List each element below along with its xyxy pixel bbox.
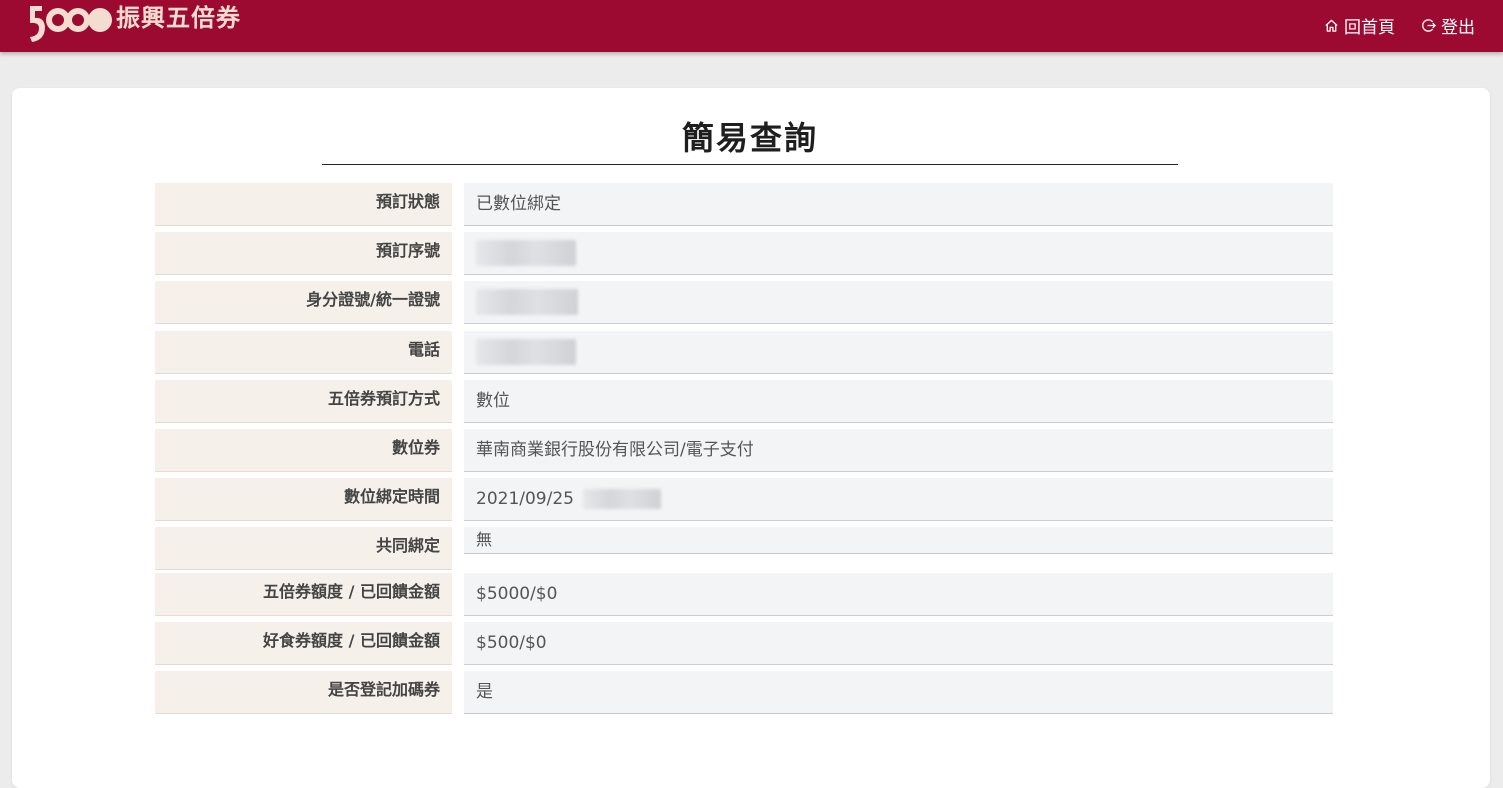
- row-quintuple-voucher-amount: 五倍券額度 / 已回饋金額 $5000/$0: [155, 573, 1333, 616]
- row-label: 電話: [155, 331, 452, 374]
- row-bonus-voucher-registered: 是否登記加碼券 是: [155, 671, 1333, 714]
- row-value: 無: [464, 527, 1333, 554]
- home-link[interactable]: 回首頁: [1324, 13, 1395, 38]
- page-title: 簡易查詢: [681, 119, 818, 157]
- logout-link-label: 登出: [1441, 18, 1475, 38]
- binding-date: 2021/09/25: [476, 489, 574, 509]
- row-label: 數位券: [155, 429, 452, 472]
- row-label: 身分證號/統一證號: [155, 281, 452, 324]
- row-label: 五倍券預訂方式: [155, 380, 452, 423]
- row-value: 2021/09/25: [464, 478, 1333, 521]
- row-value: [464, 281, 1333, 324]
- row-booking-method: 五倍券預訂方式 數位: [155, 380, 1333, 423]
- row-id-number: 身分證號/統一證號: [155, 281, 1333, 324]
- row-value: 數位: [464, 380, 1333, 423]
- row-food-voucher-amount: 好食券額度 / 已回饋金額 $500/$0: [155, 622, 1333, 665]
- home-link-label: 回首頁: [1344, 18, 1395, 38]
- row-booking-status: 預訂狀態 已數位綁定: [155, 183, 1333, 226]
- row-label: 是否登記加碼券: [155, 671, 452, 714]
- top-navbar: 振興五倍券 回首頁 登出: [0, 0, 1503, 52]
- row-label: 預訂狀態: [155, 183, 452, 226]
- row-digital-voucher: 數位券 華南商業銀行股份有限公司/電子支付: [155, 429, 1333, 472]
- row-value: [464, 232, 1333, 275]
- logo-5000-mark: [30, 6, 112, 42]
- row-value: 華南商業銀行股份有限公司/電子支付: [464, 429, 1333, 472]
- row-value: [464, 331, 1333, 374]
- row-label: 數位綁定時間: [155, 478, 452, 521]
- logo-text: 振興五倍券: [116, 4, 241, 32]
- row-phone: 電話: [155, 331, 1333, 374]
- home-icon: [1325, 19, 1338, 32]
- row-value: $5000/$0: [464, 573, 1333, 616]
- redacted-value: [476, 289, 578, 315]
- row-label: 共同綁定: [155, 527, 452, 570]
- row-label: 好食券額度 / 已回饋金額: [155, 622, 452, 665]
- row-booking-number: 預訂序號: [155, 232, 1333, 275]
- nav-links: 回首頁 登出: [1298, 13, 1475, 38]
- redacted-time: [583, 489, 662, 509]
- query-result-card: 簡易查詢 預訂狀態 已數位綁定 預訂序號 身分證號/統一證號 電話 五倍券預訂方…: [12, 88, 1490, 788]
- row-label: 預訂序號: [155, 232, 452, 275]
- row-value: 是: [464, 671, 1333, 714]
- logout-link[interactable]: 登出: [1421, 13, 1475, 38]
- logout-icon: [1422, 19, 1436, 32]
- row-joint-binding: 共同綁定 無: [155, 527, 1333, 570]
- row-binding-time: 數位綁定時間 2021/09/25: [155, 478, 1333, 521]
- redacted-value: [476, 339, 576, 365]
- site-logo[interactable]: 振興五倍券: [28, 2, 241, 44]
- row-label: 五倍券額度 / 已回饋金額: [155, 573, 452, 616]
- redacted-value: [476, 240, 576, 266]
- title-divider: [322, 164, 1178, 165]
- row-value: 已數位綁定: [464, 183, 1333, 226]
- row-value: $500/$0: [464, 622, 1333, 665]
